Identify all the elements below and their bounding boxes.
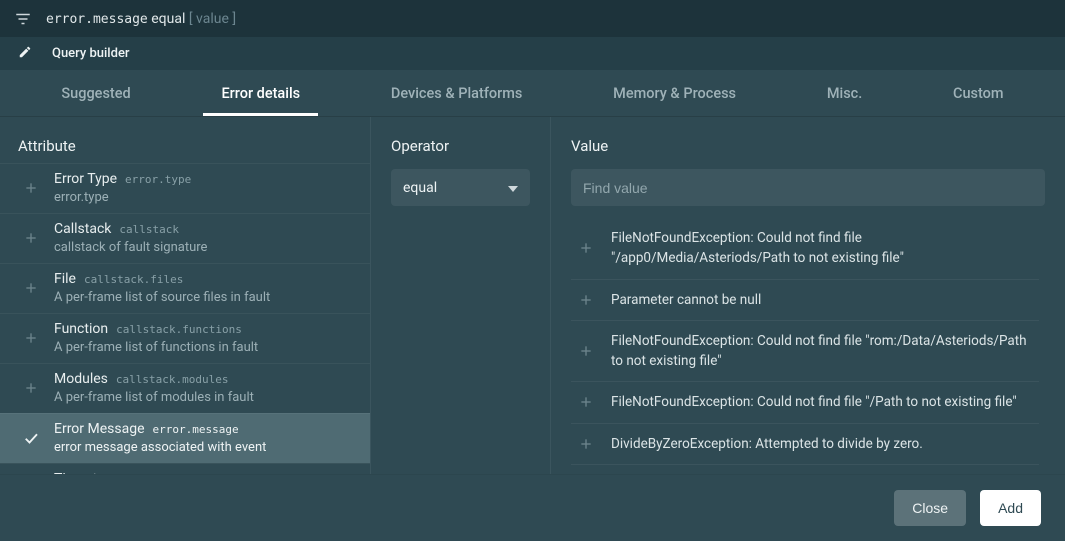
edit-icon[interactable]	[18, 45, 32, 63]
panels: Attribute Error Type error.type error.type…	[0, 117, 1065, 474]
plus-icon	[577, 240, 595, 256]
plus-icon	[22, 180, 40, 196]
plus-icon	[22, 230, 40, 246]
attribute-code: callstack.files	[84, 273, 183, 286]
query-operator: equal	[151, 11, 185, 27]
attribute-row[interactable]: Function callstack.functions A per-frame l…	[0, 313, 370, 363]
tab-custom[interactable]: Custom	[935, 70, 1022, 116]
attribute-name: Modules	[54, 371, 108, 387]
attribute-title: Attribute	[0, 117, 370, 163]
attribute-desc: error message associated with event	[54, 440, 352, 455]
tab-suggested[interactable]: Suggested	[43, 70, 148, 116]
value-row[interactable]: FileNotFoundException: Could not find fi…	[571, 321, 1039, 383]
attribute-panel: Attribute Error Type error.type error.type…	[0, 117, 371, 474]
attribute-desc: A per-frame list of modules in fault	[54, 390, 352, 405]
value-list[interactable]: FileNotFoundException: Could not find fi…	[571, 218, 1045, 474]
filter-icon	[14, 10, 32, 28]
attribute-row[interactable]: File callstack.files A per-frame list of s…	[0, 263, 370, 313]
attribute-name: File	[54, 271, 76, 287]
chevron-down-icon	[508, 180, 518, 196]
plus-icon	[22, 330, 40, 346]
attribute-desc: A per-frame list of source files in faul…	[54, 290, 352, 305]
tab-memory-process[interactable]: Memory & Process	[595, 70, 754, 116]
plus-icon	[577, 436, 595, 452]
plus-icon	[577, 292, 595, 308]
value-text: FileNotFoundException: Could not find fi…	[611, 228, 1033, 269]
query-field: error.message	[46, 12, 148, 27]
value-row[interactable]: DivideByZeroException: Attempted to divi…	[571, 424, 1039, 465]
tab-misc[interactable]: Misc.	[809, 70, 880, 116]
operator-selected: equal	[403, 180, 437, 196]
value-row[interactable]: FileNotFoundException: Could not find fi…	[571, 218, 1039, 280]
attribute-row[interactable]: Timestamptimestamptimestamp of fault	[0, 463, 370, 474]
attribute-name: Function	[54, 321, 108, 337]
attribute-desc: callstack of fault signature	[54, 240, 352, 255]
plus-icon	[22, 280, 40, 296]
attribute-list[interactable]: Error Type error.type error.type Callstack c…	[0, 163, 370, 474]
value-text: FileNotFoundException: Could not find fi…	[611, 331, 1033, 372]
attribute-name: Error Type	[54, 171, 117, 187]
value-panel: Value FileNotFoundException: Could not f…	[551, 117, 1065, 474]
value-row[interactable]: DivideByZeroException: Attempted to divi…	[571, 465, 1039, 474]
add-button[interactable]: Add	[980, 490, 1041, 526]
query-builder-subbar: Query builder	[0, 37, 1065, 70]
query-text: error.message equal [ value ]	[46, 11, 236, 27]
close-button[interactable]: Close	[894, 490, 966, 526]
attribute-code: callstack	[119, 223, 179, 236]
tab-devices-platforms[interactable]: Devices & Platforms	[373, 70, 541, 116]
attribute-code: timestamp	[133, 473, 193, 474]
query-builder-title: Query builder	[52, 46, 130, 61]
operator-panel: Operator equal	[371, 117, 551, 474]
attribute-row[interactable]: Modules callstack.modules A per-frame list…	[0, 363, 370, 413]
operator-title: Operator	[391, 137, 530, 155]
value-text: Parameter cannot be null	[611, 290, 761, 310]
operator-select[interactable]: equal	[391, 169, 530, 206]
footer: Close Add	[0, 474, 1065, 541]
attribute-name: Callstack	[54, 221, 111, 237]
value-text: DivideByZeroException: Attempted to divi…	[611, 434, 923, 454]
value-row[interactable]: FileNotFoundException: Could not find fi…	[571, 382, 1039, 423]
value-search-input[interactable]	[571, 169, 1045, 206]
attribute-code: callstack.functions	[116, 323, 242, 336]
attribute-code: error.type	[125, 173, 191, 186]
filter-topbar: error.message equal [ value ]	[0, 0, 1065, 37]
tabs: Suggested Error details Devices & Platfo…	[0, 70, 1065, 117]
plus-icon	[577, 343, 595, 359]
attribute-code: error.message	[153, 423, 239, 436]
attribute-row[interactable]: Error Type error.type error.type	[0, 163, 370, 213]
tab-error-details[interactable]: Error details	[203, 70, 318, 116]
value-text: FileNotFoundException: Could not find fi…	[611, 392, 1017, 412]
attribute-desc: error.type	[54, 190, 352, 205]
plus-icon	[22, 380, 40, 396]
attribute-row[interactable]: Error Message error.message error message …	[0, 413, 370, 463]
attribute-row[interactable]: Callstack callstack callstack of fault sig…	[0, 213, 370, 263]
attribute-code: callstack.modules	[116, 373, 229, 386]
attribute-name: Timestamp	[54, 471, 125, 474]
plus-icon	[577, 394, 595, 410]
value-title: Value	[571, 137, 1045, 155]
attribute-name: Error Message	[54, 421, 145, 437]
check-icon	[22, 429, 40, 447]
value-row[interactable]: Parameter cannot be null	[571, 280, 1039, 321]
attribute-desc: A per-frame list of functions in fault	[54, 340, 352, 355]
query-value-placeholder: [ value ]	[189, 11, 236, 27]
